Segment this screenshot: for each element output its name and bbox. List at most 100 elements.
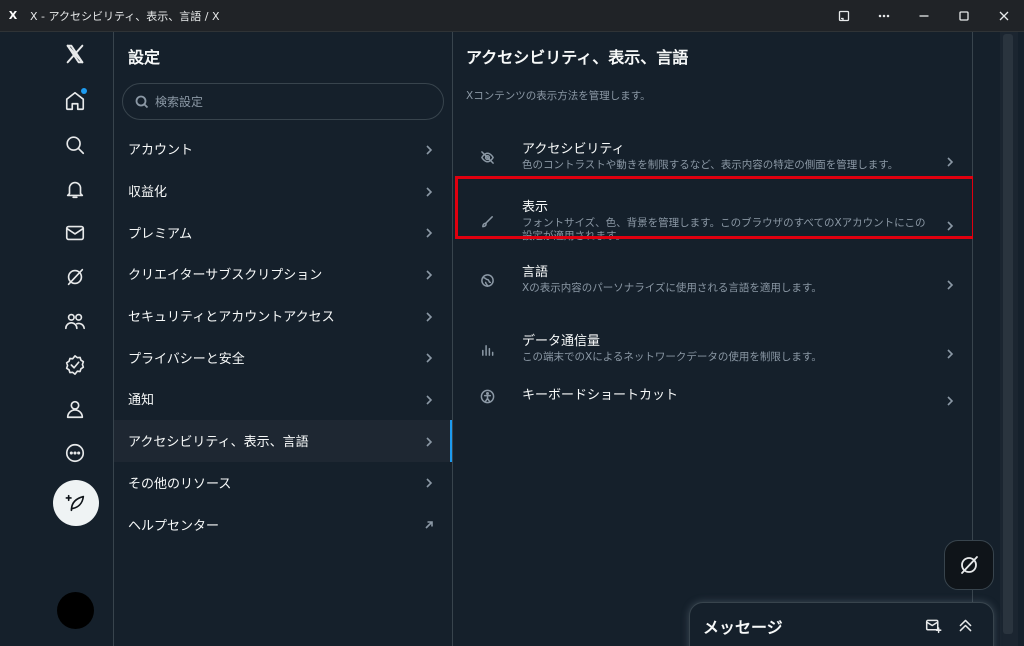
chevron-right-icon — [947, 157, 954, 167]
chevron-right-icon — [945, 216, 955, 231]
nav-communities[interactable] — [55, 301, 95, 341]
settings-column: 設定 アカウント収益化プレミアムクリエイターサブスクリプションセキュリティとアカ… — [114, 32, 453, 646]
nav-home[interactable] — [55, 81, 95, 121]
brush-icon — [479, 213, 495, 229]
chevron-right-icon — [424, 186, 434, 197]
x-logo-button[interactable] — [55, 34, 95, 74]
verified-icon — [65, 355, 85, 375]
nav-verified[interactable] — [55, 345, 95, 385]
settings-menu-item[interactable]: プレミアム — [114, 211, 452, 253]
avatar[interactable] — [57, 592, 94, 629]
settings-search[interactable] — [122, 83, 444, 120]
communities-icon — [65, 313, 85, 330]
nav-notifications[interactable] — [55, 169, 95, 209]
chevron-right-icon — [424, 311, 434, 322]
compose-icon — [65, 494, 85, 512]
chevron-right-icon — [424, 144, 434, 155]
nav-messages[interactable] — [55, 213, 95, 253]
detail-item-description: 色のコントラストや動きを制限するなど、表示内容の特定の側面を管理します。 — [522, 159, 899, 171]
chevron-right-icon — [426, 228, 433, 238]
detail-item[interactable]: キーボードショートカット — [453, 378, 973, 414]
detail-item-label: キーボードショートカット — [522, 388, 679, 403]
grok-floating-button[interactable] — [944, 540, 994, 590]
external-link-icon — [425, 521, 433, 529]
close-icon — [999, 11, 1009, 21]
bell-icon — [66, 181, 84, 199]
nav-grok[interactable] — [55, 257, 95, 297]
nav-explore[interactable] — [55, 125, 95, 165]
settings-menu-item[interactable]: アクセシビリティ、表示、言語 — [114, 419, 452, 462]
detail-item-text: データ通信量 この端末でのXによるネットワークデータの使用を制限します。 — [522, 334, 932, 364]
grok-icon — [961, 556, 978, 574]
settings-menu-label: クリエイターサブスクリプション — [128, 268, 323, 284]
detail-item-label: 言語 — [522, 265, 549, 280]
search-icon — [135, 95, 149, 108]
settings-menu-item[interactable]: セキュリティとアカウントアクセス — [114, 295, 452, 337]
nav-profile[interactable] — [55, 389, 95, 429]
scroll-thumb[interactable] — [1003, 34, 1013, 634]
detail-description: Xコンテンツの表示方法を管理します。 — [466, 90, 651, 102]
detail-title: アクセシビリティ、表示、言語 — [466, 48, 689, 67]
chevron-right-icon — [424, 436, 434, 447]
settings-menu-item[interactable]: 通知 — [114, 378, 452, 420]
chevron-right-icon — [426, 437, 433, 447]
accessibility-icon — [479, 388, 495, 404]
settings-menu-item[interactable]: クリエイターサブスクリプション — [114, 253, 452, 295]
close-button[interactable] — [984, 0, 1024, 32]
settings-menu-item[interactable]: アカウント — [114, 128, 452, 170]
mail-icon — [65, 225, 85, 241]
chevron-right-icon — [426, 353, 433, 363]
expand-messages-button[interactable] — [955, 615, 975, 635]
search-input[interactable] — [155, 94, 415, 109]
nav-more[interactable] — [55, 433, 95, 473]
detail-item-label: 表示 — [522, 199, 549, 215]
chevron-right-icon — [945, 152, 955, 167]
settings-menu: アカウント収益化プレミアムクリエイターサブスクリプション セキュリティとアカウント… — [114, 128, 452, 545]
more-options-button[interactable] — [864, 0, 904, 32]
detail-panel: アクセシビリティ、表示、言語 Xコンテンツの表示方法を管理します。 アクセシビリ… — [453, 32, 973, 646]
detail-item[interactable]: 表示 フォントサイズ、色、背景を管理します。このブラウザのすべてのXアカウントにこ… — [453, 190, 973, 252]
chevron-right-icon — [945, 391, 955, 406]
messages-drawer[interactable]: メッセージ — [689, 602, 994, 646]
chevron-right-icon — [945, 344, 955, 359]
chevron-right-icon — [947, 280, 954, 290]
settings-menu-label: 収益化 — [128, 185, 168, 201]
settings-menu-label: プライバシーと安全 — [128, 351, 245, 367]
x-app-icon: X — [8, 9, 18, 22]
new-message-icon — [925, 619, 941, 633]
settings-menu-item[interactable]: 収益化 — [114, 170, 452, 212]
chevron-right-icon — [424, 227, 434, 238]
cast-icon — [838, 10, 850, 22]
new-message-button[interactable] — [923, 615, 943, 635]
maximize-icon — [959, 11, 969, 21]
detail-item-label: アクセシビリティ — [522, 142, 625, 157]
chevron-right-icon — [424, 352, 434, 363]
eye-off-icon — [479, 149, 495, 165]
settings-menu-item[interactable]: ヘルプセンター — [114, 503, 452, 545]
maximize-button[interactable] — [944, 0, 984, 32]
detail-item[interactable]: データ通信量 この端末でのXによるネットワークデータの使用を制限します。 — [453, 318, 973, 380]
detail-item[interactable]: 言語 Xの表示内容のパーソナライズに使用される言語を適用します。 — [453, 254, 973, 306]
chevron-right-icon — [947, 396, 954, 406]
ellipsis-icon — [878, 14, 890, 18]
title-bar: X X - アクセシビリティ、表示、言語 / X — [0, 0, 1024, 32]
chevron-right-icon — [426, 145, 433, 155]
settings-menu-item[interactable]: プライバシーと安全 — [114, 336, 452, 378]
compose-post-button[interactable] — [53, 480, 99, 526]
grok-icon — [67, 268, 84, 286]
minimize-button[interactable] — [904, 0, 944, 32]
external-link-icon — [424, 519, 434, 529]
cast-button[interactable] — [824, 0, 864, 32]
chevron-right-icon — [426, 312, 433, 322]
settings-menu-label: ヘルプセンター — [128, 518, 220, 534]
x-logo-icon — [66, 44, 84, 64]
chevron-right-icon — [947, 349, 954, 359]
detail-item-description: この端末でのXによるネットワークデータの使用を制限します。 — [522, 351, 822, 363]
chevron-right-icon — [424, 477, 434, 488]
detail-item[interactable]: アクセシビリティ色のコントラストや動きを制限するなど、表示内容の特定の側面を管理… — [453, 126, 973, 188]
messages-title: メッセージ — [703, 618, 783, 637]
settings-menu-label: その他のリソース — [128, 476, 232, 492]
detail-item-text: 言語 Xの表示内容のパーソナライズに使用される言語を適用します。 — [522, 265, 932, 295]
settings-menu-label: セキュリティとアカウントアクセス — [128, 310, 335, 326]
settings-menu-item[interactable]: その他のリソース — [114, 462, 452, 504]
